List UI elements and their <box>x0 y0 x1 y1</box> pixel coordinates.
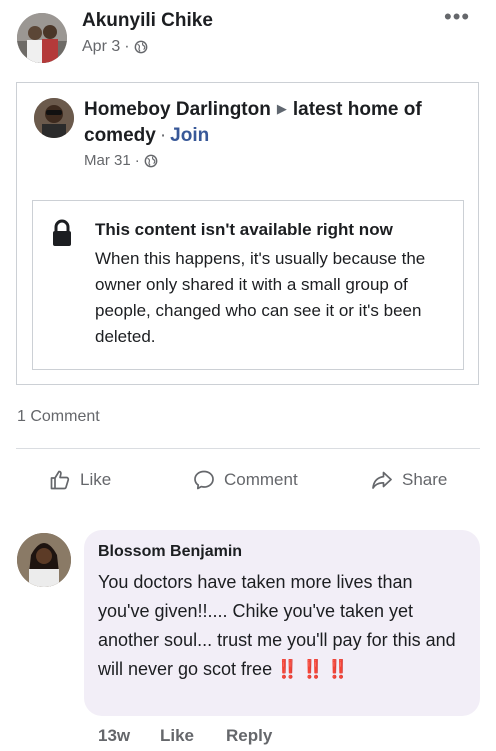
commenter-name[interactable]: Blossom Benjamin <box>98 543 242 561</box>
like-button[interactable]: Like <box>48 468 111 492</box>
shared-author-avatar[interactable] <box>34 98 74 138</box>
shared-author-name[interactable]: Homeboy Darlington <box>84 99 271 120</box>
globe-icon <box>134 40 147 54</box>
share-label: Share <box>402 470 448 489</box>
divider <box>16 448 480 449</box>
join-link[interactable]: Join <box>170 125 209 146</box>
author-photo <box>17 13 67 63</box>
post-date[interactable]: Apr 3 <box>82 38 120 56</box>
shared-post-header: Homeboy Darlington ▶ latest home of comedy… <box>84 96 469 149</box>
globe-icon <box>144 154 158 167</box>
like-label: Like <box>80 470 112 489</box>
comment-reply-button[interactable]: Reply <box>226 726 272 746</box>
author-name[interactable]: Akunyili Chike <box>82 10 213 32</box>
play-arrow-icon: ▶ <box>276 101 287 116</box>
unavailable-title: This content isn't available right now <box>95 220 393 239</box>
meta-separator: · <box>124 38 130 55</box>
shared-meta-separator: · <box>134 152 140 169</box>
author-avatar[interactable] <box>17 13 67 63</box>
comment-timestamp[interactable]: 13w <box>98 726 130 746</box>
comment-like-button[interactable]: Like <box>160 726 194 746</box>
like-icon <box>50 470 70 490</box>
shared-post-date[interactable]: Mar 31 <box>84 152 131 169</box>
comment-button[interactable]: Comment <box>192 468 298 492</box>
unavailable-message: When this happens, it's usually because … <box>95 249 426 346</box>
share-button[interactable]: Share <box>370 468 447 492</box>
comment-count[interactable]: 1 Comment <box>17 408 100 426</box>
commenter-avatar[interactable] <box>17 533 71 587</box>
comment-icon <box>194 470 214 490</box>
group-separator: · <box>159 125 167 146</box>
double-exclamation-emoji: ‼️ ‼️ ‼️ <box>276 659 349 679</box>
share-icon <box>372 471 392 489</box>
shared-author-photo <box>34 98 74 138</box>
lock-icon <box>53 219 71 246</box>
post-meta: Apr 3 · <box>82 38 148 56</box>
comment-label: Comment <box>224 470 298 489</box>
commenter-photo <box>17 533 71 587</box>
comment-text: You doctors have taken more lives than y… <box>98 568 468 684</box>
shared-post-meta: Mar 31 · <box>84 152 158 169</box>
more-icon[interactable]: ••• <box>444 6 470 28</box>
